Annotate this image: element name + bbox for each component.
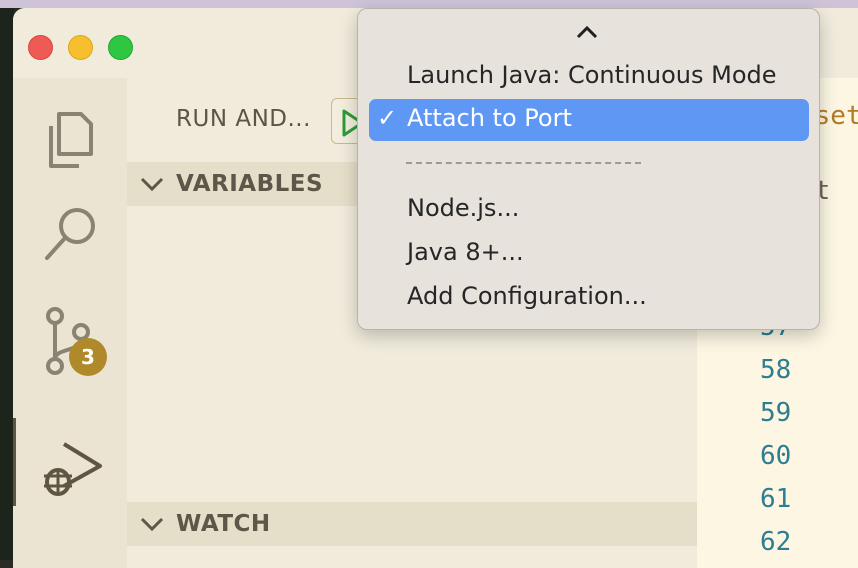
menu-item-attach-to-port[interactable]: ✓ Attach to Port	[369, 99, 809, 141]
line-number: 58	[760, 355, 792, 385]
files-icon	[49, 112, 93, 168]
menu-item-label: Add Configuration...	[407, 282, 647, 310]
watch-title: WATCH	[176, 511, 271, 537]
menu-item-label: Java 8+...	[407, 238, 524, 266]
zoom-window-button[interactable]	[108, 35, 133, 60]
debug-configuration-dropdown: Launch Java: Continuous Mode ✓ Attach to…	[357, 8, 820, 330]
activity-bar: 3	[13, 78, 127, 568]
line-number: 61	[760, 484, 792, 514]
activity-search[interactable]	[13, 186, 127, 274]
chevron-down-icon	[140, 517, 164, 532]
activity-explorer[interactable]	[13, 86, 127, 174]
menu-item-add-configuration[interactable]: Add Configuration...	[369, 277, 809, 319]
activity-source-control[interactable]: 3	[13, 284, 127, 376]
menu-item-label: Attach to Port	[407, 104, 572, 132]
menu-item-label: Node.js...	[407, 194, 520, 222]
desktop-background	[0, 0, 14, 560]
debug-icon	[44, 442, 102, 496]
minimize-window-button[interactable]	[68, 35, 93, 60]
scroll-up-arrow-icon[interactable]	[574, 23, 600, 41]
line-number: 62	[760, 527, 792, 557]
line-number: 60	[760, 441, 792, 471]
search-icon	[45, 208, 95, 260]
line-number: 59	[760, 398, 792, 428]
close-window-button[interactable]	[28, 35, 53, 60]
menu-item-nodejs[interactable]: Node.js...	[369, 189, 809, 231]
activity-run-and-debug[interactable]	[13, 418, 130, 506]
checkmark-icon: ✓	[377, 104, 398, 132]
chevron-down-icon	[140, 177, 164, 192]
menu-item-launch-java-continuous[interactable]: Launch Java: Continuous Mode	[369, 56, 809, 98]
watch-section-header[interactable]: WATCH	[127, 502, 697, 546]
source-control-badge: 3	[69, 338, 107, 376]
variables-title: VARIABLES	[176, 171, 324, 197]
menu-item-java-8[interactable]: Java 8+...	[369, 233, 809, 275]
run-and-debug-title: RUN AND...	[176, 106, 311, 132]
menu-separator	[406, 162, 641, 164]
menu-item-label: Launch Java: Continuous Mode	[407, 61, 777, 89]
desktop-background-top	[0, 0, 858, 8]
